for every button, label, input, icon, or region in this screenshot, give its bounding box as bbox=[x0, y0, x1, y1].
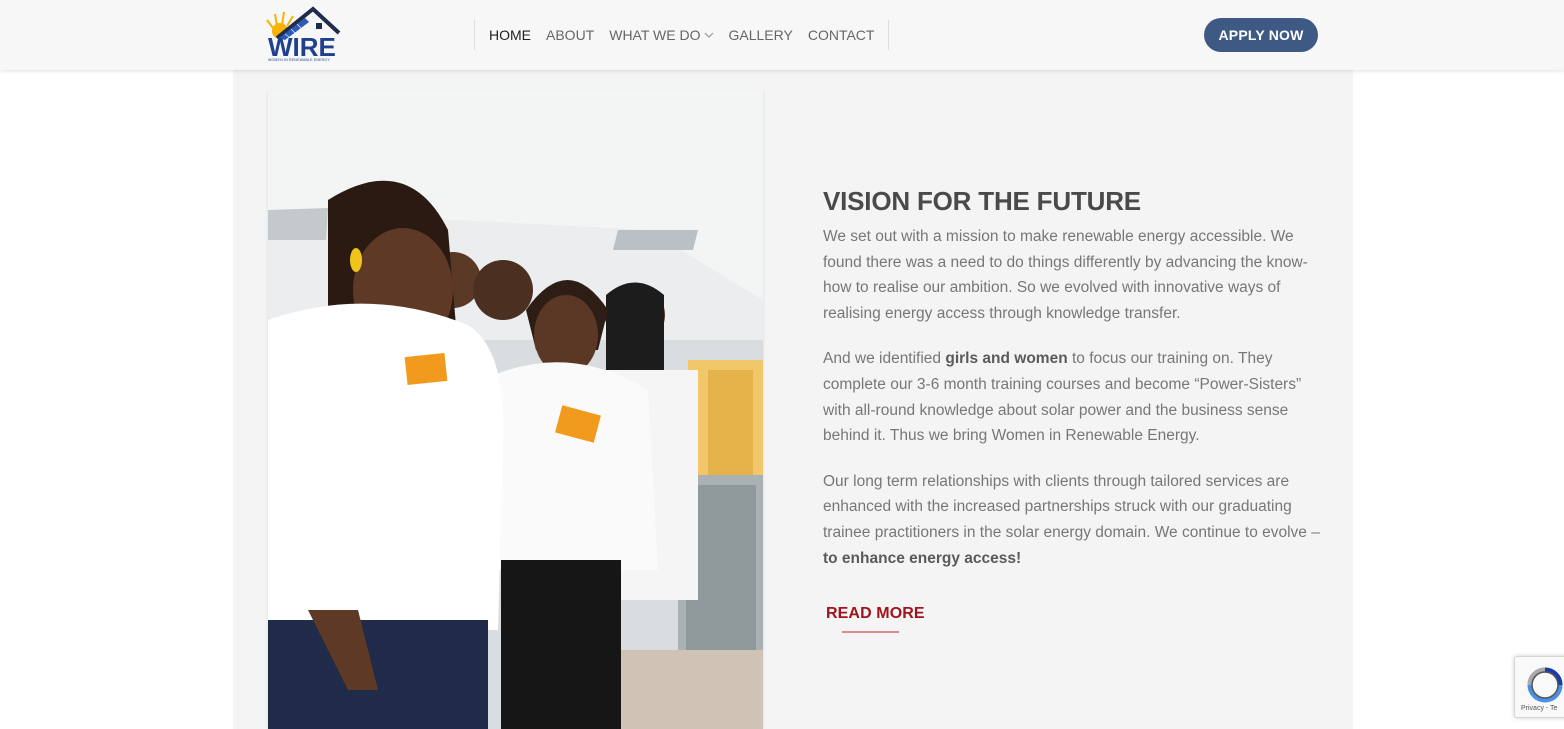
site-logo[interactable]: WIRE WOMEN IN RENEWABLE ENERGY bbox=[265, 6, 341, 64]
nav-about-label: ABOUT bbox=[546, 27, 595, 43]
paragraph-partnerships-start: Our long term relationships with clients… bbox=[823, 472, 1320, 541]
chevron-down-icon bbox=[704, 32, 714, 38]
paragraph-mission: We set out with a mission to make renewa… bbox=[823, 228, 1308, 322]
nav-contact[interactable]: CONTACT bbox=[808, 27, 875, 43]
main-nav: HOME ABOUT WHAT WE DO GALLERY CONTACT bbox=[474, 20, 890, 50]
recaptcha-badge[interactable]: Privacy - Te bbox=[1514, 656, 1564, 718]
nav-gallery[interactable]: GALLERY bbox=[729, 27, 793, 43]
logo-tagline: WOMEN IN RENEWABLE ENERGY bbox=[268, 58, 330, 62]
read-more-underline bbox=[842, 631, 899, 633]
nav-about[interactable]: ABOUT bbox=[546, 27, 594, 43]
recaptcha-icon bbox=[1527, 667, 1563, 703]
paragraph-training-start: And we identified bbox=[823, 350, 946, 368]
nav-what-we-do-label: WHAT WE DO bbox=[609, 27, 701, 43]
nav-home[interactable]: HOME bbox=[489, 27, 531, 43]
paragraph-training: And we identified girls and women to foc… bbox=[823, 346, 1323, 448]
nav-contact-label: CONTACT bbox=[807, 27, 875, 43]
paragraph-partnerships: Our long term relationships with clients… bbox=[823, 469, 1323, 571]
read-more-link[interactable]: READ MORE bbox=[826, 605, 925, 623]
nav-what-we-do[interactable]: WHAT WE DO bbox=[609, 27, 713, 43]
vision-text: VISION FOR THE FUTURE We set out with a … bbox=[823, 186, 1323, 591]
site-header: WIRE WOMEN IN RENEWABLE ENERGY HOME ABOU… bbox=[0, 0, 1564, 70]
apply-now-button[interactable]: APPLY NOW bbox=[1204, 18, 1318, 52]
nav-gallery-label: GALLERY bbox=[728, 27, 793, 43]
logo-wordmark: WIRE bbox=[268, 32, 336, 62]
recaptcha-privacy-text: Privacy - Te bbox=[1521, 705, 1558, 712]
nav-home-label: HOME bbox=[489, 27, 531, 43]
team-photo bbox=[268, 90, 763, 729]
paragraph-training-bold: girls and women bbox=[945, 350, 1068, 368]
paragraph-partnerships-bold: to enhance energy access! bbox=[823, 549, 1022, 567]
section-heading: VISION FOR THE FUTURE bbox=[823, 186, 1141, 216]
